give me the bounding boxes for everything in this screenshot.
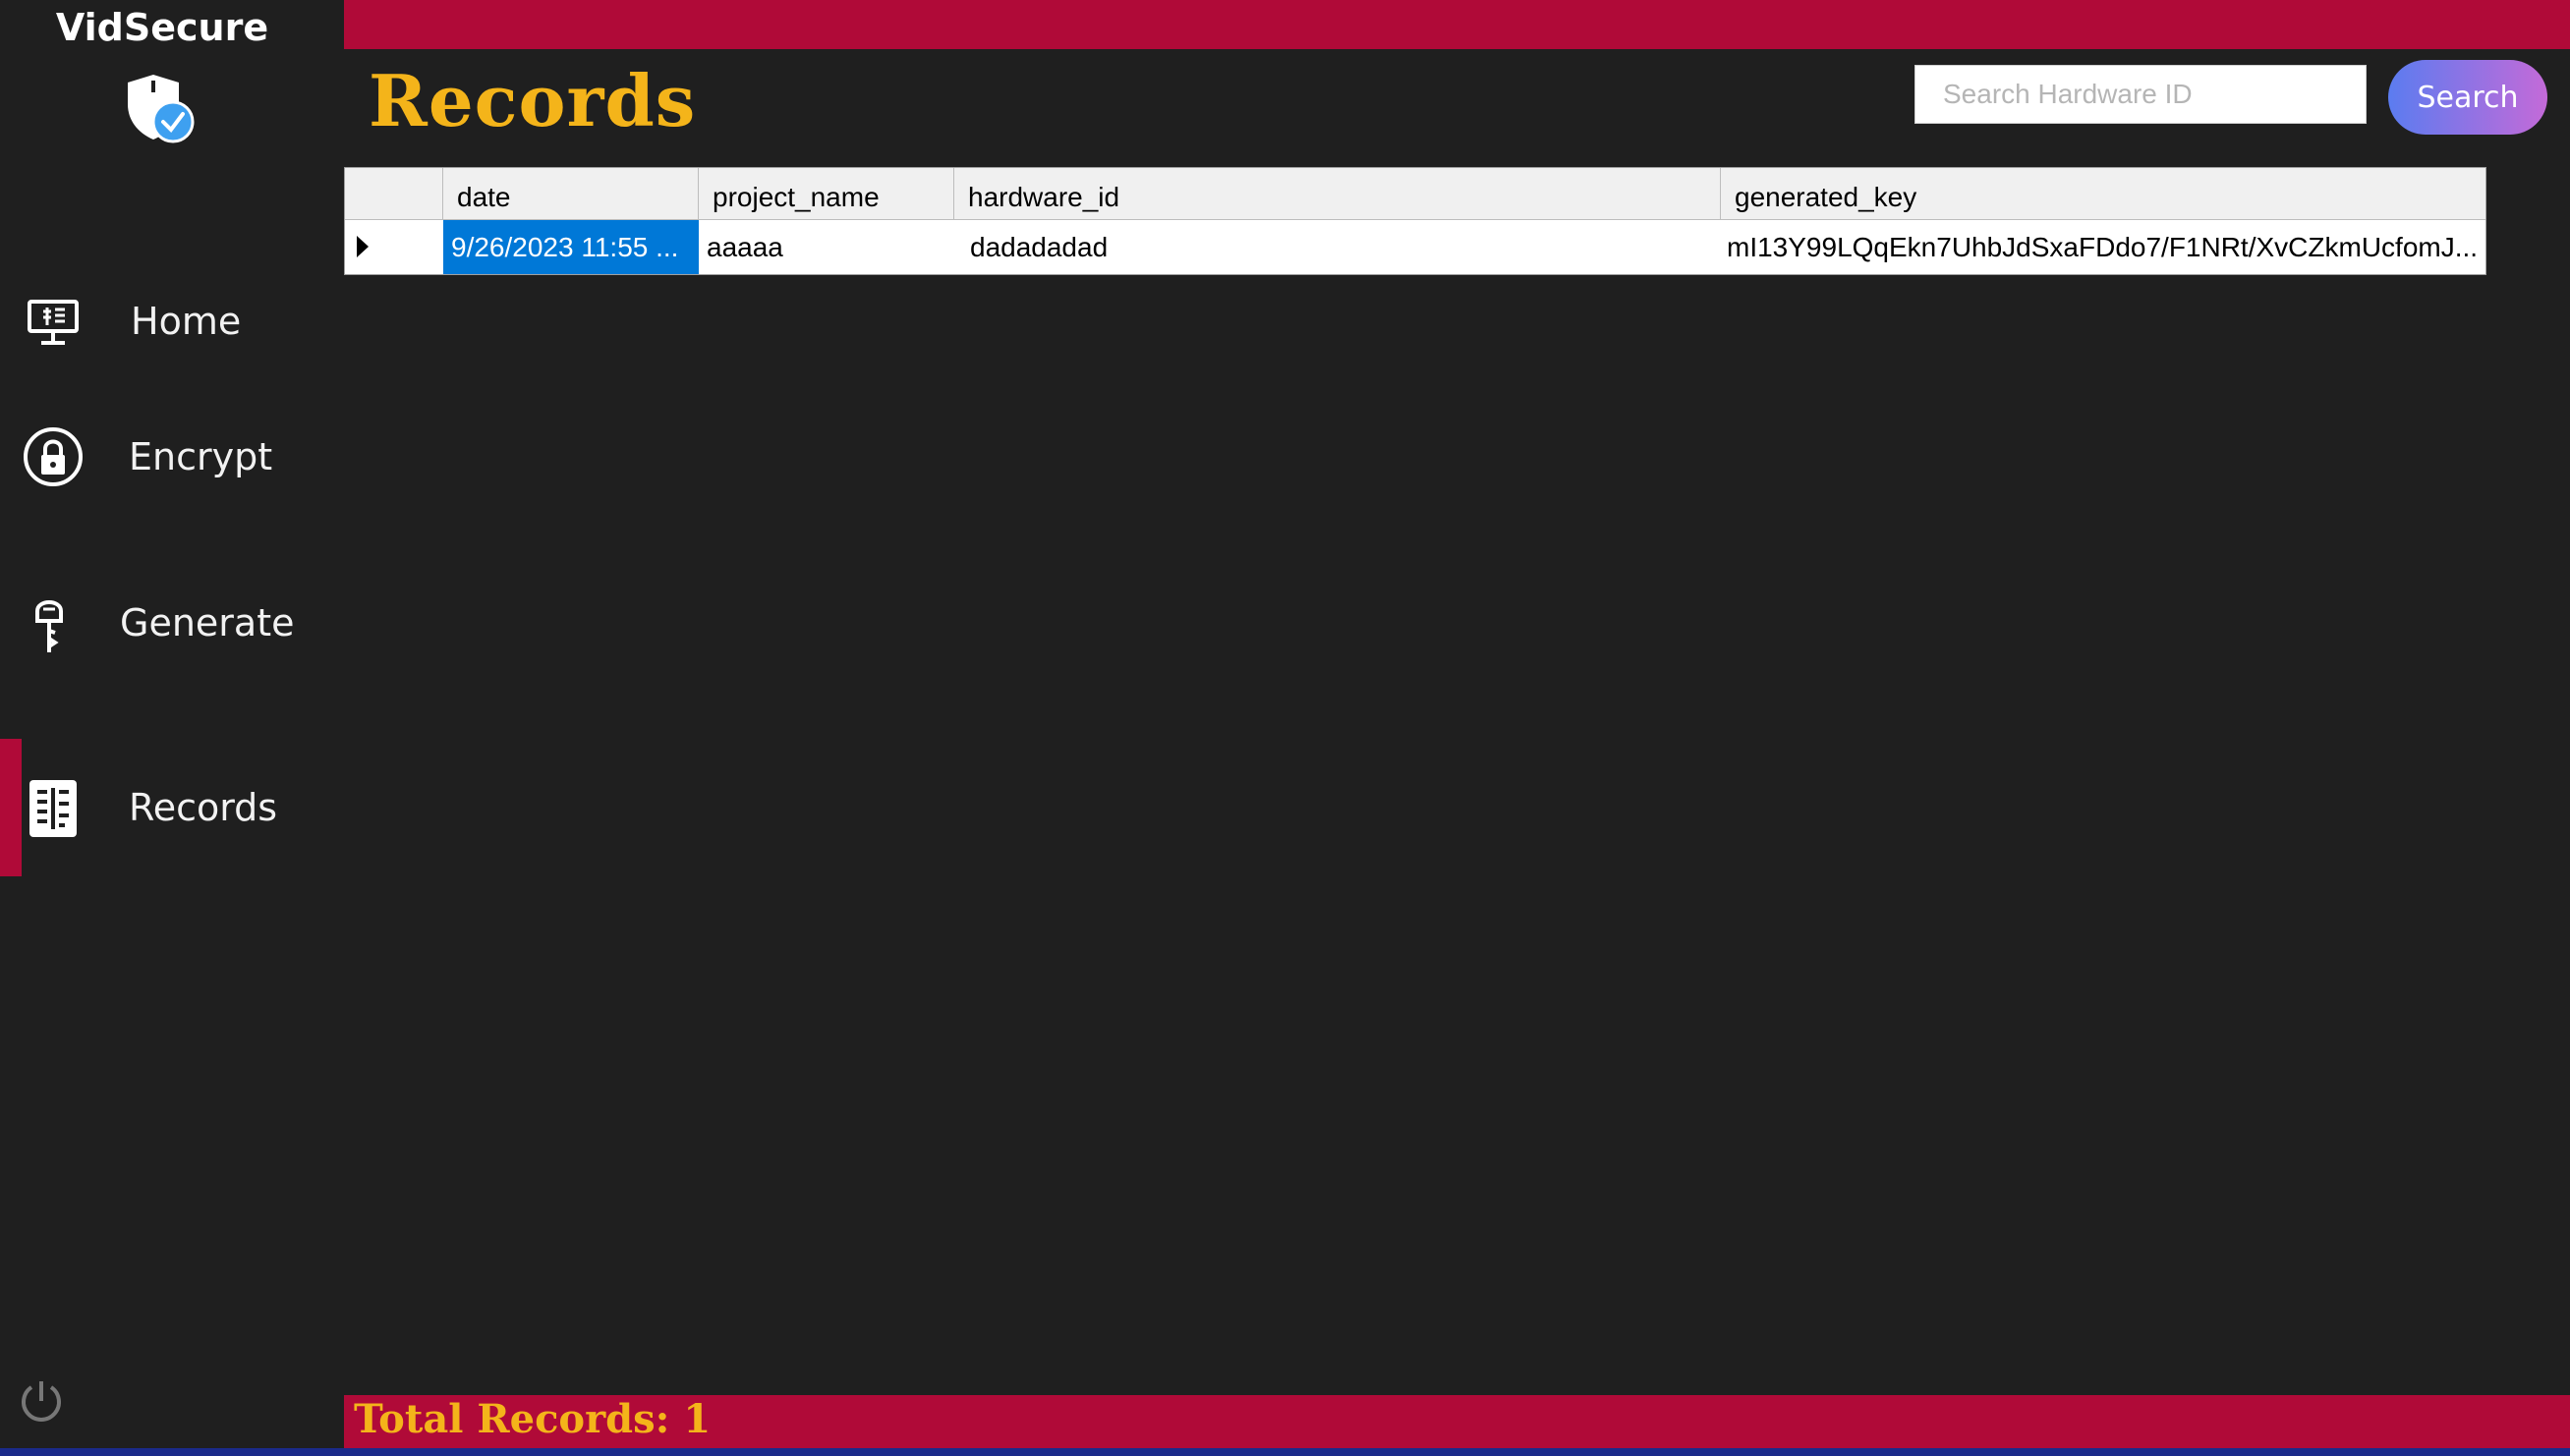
search-input[interactable] xyxy=(1914,65,2367,124)
shield-check-icon xyxy=(128,75,195,143)
table-row[interactable]: 9/26/2023 11:55 ... aaaaa dadadadad mI13… xyxy=(345,220,2485,274)
sidebar-item-label: Home xyxy=(131,300,242,343)
sidebar-item-label: Generate xyxy=(120,601,295,644)
total-records-label: Total Records: 1 xyxy=(354,1396,712,1442)
column-header-project-name[interactable]: project_name xyxy=(699,168,954,220)
monitor-icon xyxy=(28,300,79,345)
cell-hardware-id[interactable]: dadadadad xyxy=(954,220,1721,274)
sidebar-item-label: Encrypt xyxy=(129,435,273,478)
key-icon xyxy=(35,600,63,652)
column-header-hardware-id[interactable]: hardware_id xyxy=(954,168,1721,220)
records-icon xyxy=(29,780,77,837)
top-accent-bar xyxy=(344,0,2570,49)
column-header-date[interactable]: date xyxy=(443,168,699,220)
power-icon[interactable] xyxy=(14,1373,69,1428)
row-header-corner[interactable] xyxy=(345,168,443,220)
sidebar-item-home[interactable]: Home xyxy=(0,262,344,380)
sidebar: VidSecure Home Encrypt Generate Records xyxy=(0,0,344,1456)
sidebar-item-label: Records xyxy=(129,786,278,829)
table-header: date project_name hardware_id generated_… xyxy=(345,168,2485,220)
current-row-indicator-icon xyxy=(357,236,369,257)
taskbar-strip xyxy=(0,1448,2570,1456)
sidebar-item-encrypt[interactable]: Encrypt xyxy=(0,398,344,516)
cell-project-name[interactable]: aaaaa xyxy=(699,220,954,274)
search-button[interactable]: Search xyxy=(2388,60,2547,135)
cell-generated-key[interactable]: mI13Y99LQqEkn7UhbJdSxaFDdo7/F1NRt/XvCZkm… xyxy=(1721,220,2485,274)
sidebar-item-generate[interactable]: Generate xyxy=(0,564,344,682)
sidebar-item-records[interactable]: Records xyxy=(0,739,344,876)
page-title: Records xyxy=(369,59,697,142)
lock-icon xyxy=(24,427,83,486)
app-title: VidSecure xyxy=(55,6,269,49)
column-header-generated-key[interactable]: generated_key xyxy=(1721,168,2485,220)
cell-date[interactable]: 9/26/2023 11:55 ... xyxy=(443,220,699,274)
records-table[interactable]: date project_name hardware_id generated_… xyxy=(344,167,2486,275)
